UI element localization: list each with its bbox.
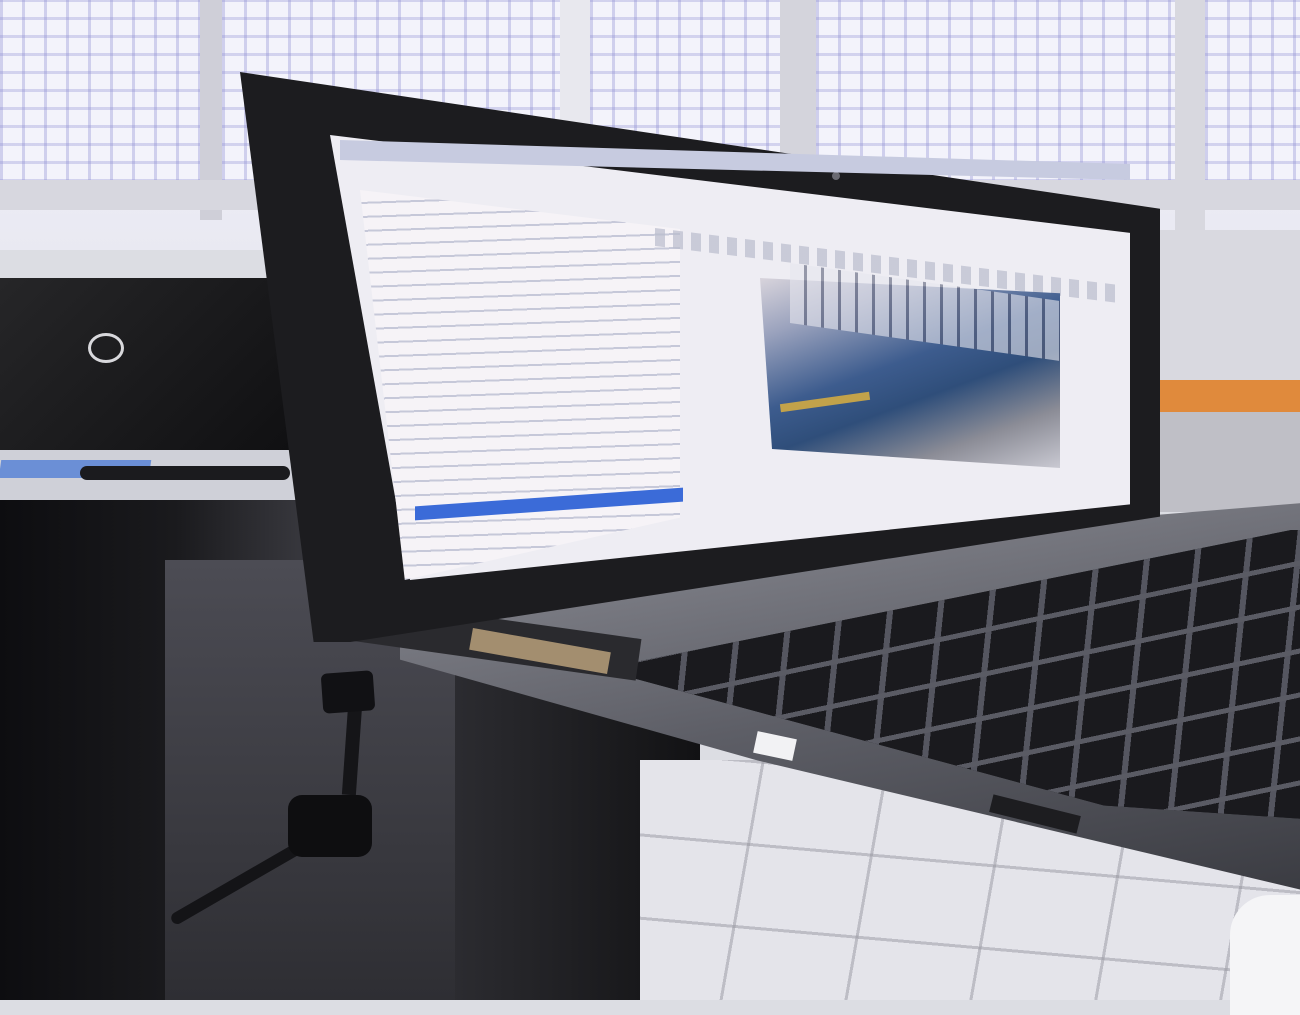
- shelf-shadow: [1145, 412, 1300, 512]
- white-object: [1230, 895, 1300, 1015]
- usb-plug: [320, 670, 376, 714]
- background-monitor: [0, 278, 290, 453]
- orange-shelf: [1145, 380, 1300, 412]
- cable-ferrite-core: [288, 795, 372, 857]
- right-wall: [1140, 230, 1300, 390]
- hp-logo-icon: [88, 333, 124, 363]
- pen: [80, 466, 290, 480]
- file-tree-panel: [360, 190, 680, 580]
- webcam-icon: [832, 172, 840, 180]
- window-blind: [0, 0, 200, 200]
- window-blind: [1205, 0, 1300, 200]
